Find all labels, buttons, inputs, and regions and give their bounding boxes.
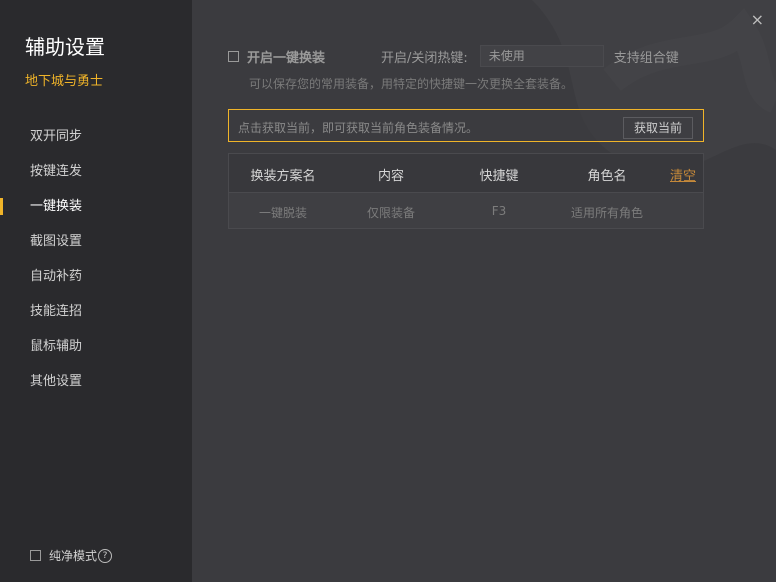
sidebar-title: 辅助设置 — [25, 35, 105, 59]
sidebar-item-other[interactable]: 其他设置 — [0, 364, 192, 399]
column-header-scheme: 换装方案名 — [250, 169, 316, 184]
outfit-table: 换装方案名 内容 快捷键 角色名 清空 一键脱装 仅限装备 F3 适用所有角色 — [228, 153, 704, 229]
sidebar: 辅助设置 地下城与勇士 双开同步 按键连发 一键换装 截图设置 自动补药 技能连… — [0, 0, 192, 582]
enable-row: 开启一键换装 开启/关闭热键: 未使用 支持组合键 — [228, 45, 708, 67]
column-header-content: 内容 — [377, 169, 404, 184]
description-text: 可以保存您的常用装备，用特定的快捷键一次更换全套装备。 — [249, 77, 574, 91]
column-header-role: 角色名 — [587, 169, 627, 184]
table-cell-scheme: 一键脱装 — [258, 206, 307, 220]
sidebar-item-one-key-swap[interactable]: 一键换装 — [0, 189, 192, 224]
table-cell-hotkey: F3 — [491, 204, 507, 218]
sidebar-item-screenshot[interactable]: 截图设置 — [0, 224, 192, 259]
table-cell-content: 仅限装备 — [366, 206, 415, 220]
fetch-current-box: 点击获取当前，即可获取当前角色装备情况。 获取当前 — [228, 109, 704, 142]
pure-mode-toggle[interactable]: 纯净模式 ? — [30, 547, 113, 564]
table-cell-role: 适用所有角色 — [570, 206, 643, 220]
main-panel: × 开启一键换装 开启/关闭热键: 未使用 支持组合键 可以保存您的常用装备，用… — [192, 0, 776, 582]
help-icon[interactable]: ? — [98, 548, 113, 563]
sidebar-item-auto-potion[interactable]: 自动补药 — [0, 259, 192, 294]
close-icon[interactable]: × — [751, 10, 764, 29]
pure-mode-label: 纯净模式 — [49, 549, 98, 563]
combo-key-label: 支持组合键 — [613, 50, 679, 66]
game-name: 地下城与勇士 — [25, 74, 104, 89]
enable-label: 开启一键换装 — [247, 50, 326, 66]
sidebar-item-dual-sync[interactable]: 双开同步 — [0, 119, 192, 154]
sidebar-nav: 双开同步 按键连发 一键换装 截图设置 自动补药 技能连招 鼠标辅助 其他设置 — [0, 119, 192, 399]
sidebar-item-skill-combo[interactable]: 技能连招 — [0, 294, 192, 329]
sidebar-item-key-repeat[interactable]: 按键连发 — [0, 154, 192, 189]
hotkey-input[interactable]: 未使用 — [479, 45, 604, 67]
hotkey-label: 开启/关闭热键: — [381, 50, 468, 66]
fetch-current-button[interactable]: 获取当前 — [623, 117, 693, 139]
sidebar-item-mouse-assist[interactable]: 鼠标辅助 — [0, 329, 192, 364]
enable-checkbox[interactable] — [228, 50, 239, 62]
pure-mode-checkbox[interactable] — [30, 550, 41, 561]
column-header-hotkey: 快捷键 — [479, 169, 519, 184]
fetch-hint: 点击获取当前，即可获取当前角色装备情况。 — [238, 121, 479, 135]
clear-link[interactable]: 清空 — [670, 165, 696, 184]
